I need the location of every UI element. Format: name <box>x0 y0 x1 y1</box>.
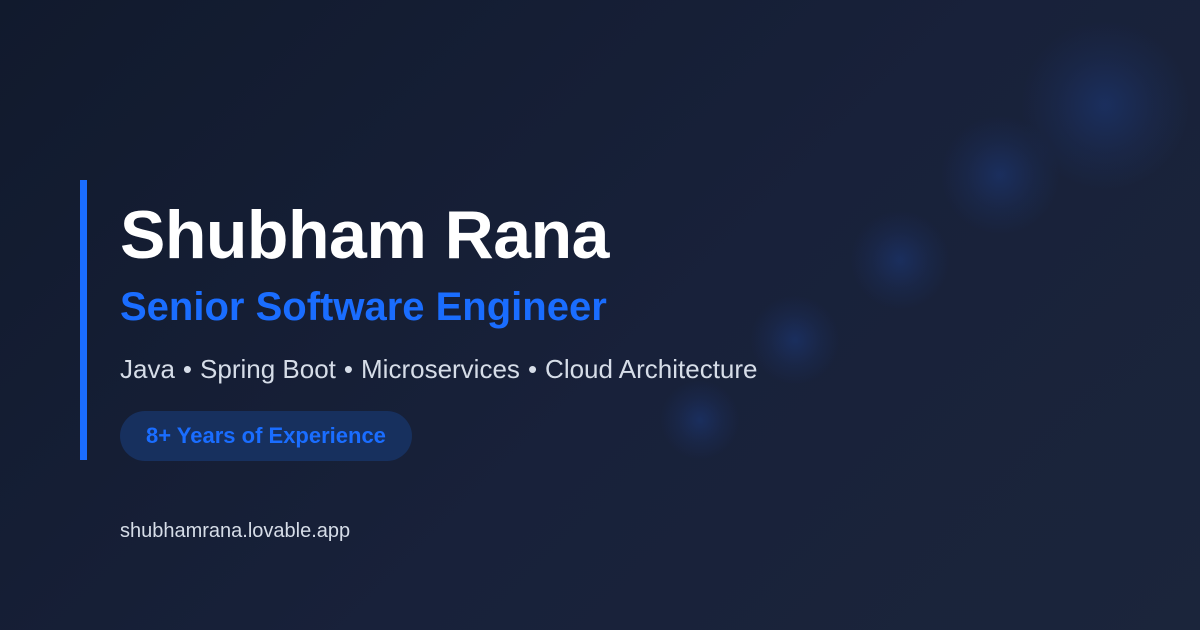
background-glow <box>750 295 840 385</box>
skill-item: Microservices <box>361 354 520 384</box>
skill-separator: • <box>527 354 538 384</box>
skill-separator: • <box>182 354 193 384</box>
skill-item: Spring Boot <box>200 354 336 384</box>
background-glow <box>1020 20 1190 190</box>
profile-name: Shubham Rana <box>120 197 609 273</box>
skills-list: Java • Spring Boot • Microservices • Cloud Arc… <box>120 353 758 385</box>
background-glow <box>940 115 1060 235</box>
accent-bar <box>80 180 87 460</box>
skill-separator: • <box>343 354 354 384</box>
experience-badge: 8+ Years of Experience <box>120 411 412 461</box>
skill-item: Cloud Architecture <box>545 354 758 384</box>
skill-item: Java <box>120 354 175 384</box>
site-url: shubhamrana.lovable.app <box>120 520 351 542</box>
background-glow <box>850 210 950 310</box>
profile-card: Shubham Rana Senior Software Engineer Ja… <box>120 195 758 461</box>
job-title: Senior Software Engineer <box>120 285 607 329</box>
